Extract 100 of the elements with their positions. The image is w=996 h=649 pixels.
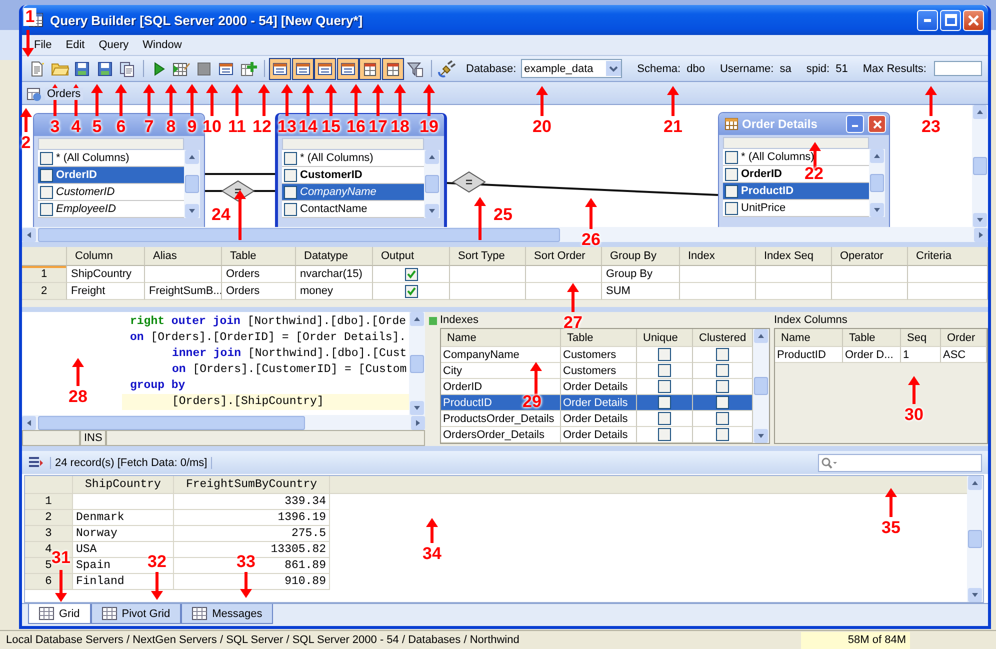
checkbox[interactable] [658, 412, 671, 425]
callout-label: 12 [252, 118, 272, 136]
search-field[interactable] [818, 454, 982, 472]
callout-arrow [240, 572, 252, 598]
max-results-field[interactable] [934, 61, 982, 76]
scroll-thumb[interactable] [968, 530, 982, 548]
row-header[interactable]: 1 [22, 266, 67, 283]
join-operator[interactable]: = [452, 171, 486, 193]
column-item[interactable]: CompanyName [282, 184, 424, 201]
checkbox[interactable] [658, 428, 671, 441]
table-window[interactable]: Order Details * (All Columns) OrderID 22 ProductID UnitPrice [718, 112, 890, 227]
close-button[interactable] [868, 115, 886, 133]
toolbar-button[interactable] [336, 58, 358, 80]
column-item[interactable]: CustomerID [38, 184, 184, 201]
column-item[interactable]: ContactName [282, 201, 424, 218]
column-header[interactable]: Unique [637, 329, 693, 347]
index-row[interactable]: OrdersOrder_Details Order Details [441, 427, 753, 443]
checkbox[interactable] [716, 396, 729, 409]
column-header[interactable]: ShipCountry [73, 476, 174, 494]
checkbox[interactable] [716, 348, 729, 361]
checkbox[interactable] [658, 348, 671, 361]
scroll-thumb[interactable] [38, 416, 305, 430]
scroll-down-icon[interactable] [185, 204, 199, 218]
menu-item[interactable]: Edit [66, 39, 85, 51]
checkbox[interactable] [404, 268, 418, 280]
scroll-down-icon[interactable] [870, 203, 884, 217]
menu-item[interactable]: Window [142, 39, 182, 51]
scroll-left-icon[interactable] [22, 416, 36, 430]
database-dropdown[interactable]: example_data [521, 59, 622, 78]
checkbox[interactable] [716, 364, 729, 377]
scroll-up-icon[interactable] [754, 329, 768, 343]
index-row[interactable]: ProductID 29 Order Details [441, 395, 753, 411]
info-label: Username: [720, 62, 774, 74]
scroll-thumb[interactable] [38, 228, 560, 242]
scroll-down-icon[interactable] [754, 429, 768, 443]
toolbar-button[interactable] [382, 58, 404, 80]
scrollbar[interactable] [972, 105, 988, 227]
scrollbar[interactable] [22, 415, 425, 430]
scroll-up-icon[interactable] [973, 105, 987, 119]
column-item[interactable]: OrderID [38, 167, 184, 184]
scroll-down-icon[interactable] [973, 213, 987, 227]
checkbox[interactable] [716, 412, 729, 425]
minimize-button[interactable] [846, 115, 864, 133]
results-tab[interactable]: Messages [181, 604, 274, 624]
close-button[interactable] [963, 10, 984, 30]
toolbar-button[interactable] [269, 58, 291, 80]
scroll-down-icon[interactable] [968, 588, 982, 602]
checkbox[interactable] [658, 364, 671, 377]
scrollbar[interactable] [753, 329, 769, 443]
scroll-thumb[interactable] [410, 354, 424, 372]
menu-item[interactable]: Query [98, 39, 129, 51]
column-item[interactable]: EmployeeID [38, 201, 184, 218]
scroll-thumb[interactable] [185, 175, 199, 193]
callout-arrow [22, 30, 34, 57]
scroll-right-icon[interactable] [411, 416, 425, 430]
scroll-left-icon[interactable] [22, 228, 36, 242]
checkbox[interactable] [658, 396, 671, 409]
minimize-button[interactable] [917, 10, 938, 30]
results-tab[interactable]: Pivot Grid [90, 604, 182, 624]
menu-item[interactable]: File [34, 39, 52, 51]
index-row[interactable]: ProductsOrder_Details Order Details [441, 411, 753, 427]
column-item[interactable]: ProductID [723, 183, 869, 200]
scroll-up-icon[interactable] [870, 149, 884, 163]
scroll-up-icon[interactable] [185, 150, 199, 164]
toolbar-button[interactable] [436, 58, 458, 80]
code-line: inner join [Northwind].[dbo].[Cust [171, 346, 407, 362]
toolbar-button[interactable] [359, 58, 381, 80]
scroll-up-icon[interactable] [410, 312, 424, 326]
index-row[interactable]: CompanyName Customers [441, 347, 753, 363]
scroll-thumb[interactable] [973, 157, 987, 175]
callout-label: 35 [882, 519, 900, 537]
column-header[interactable]: FreightSumByCountry [174, 476, 330, 494]
checkbox[interactable] [716, 428, 729, 441]
maximize-button[interactable] [940, 10, 961, 30]
scroll-thumb[interactable] [870, 174, 884, 192]
document-tab[interactable]: Orders [22, 86, 91, 104]
scroll-right-icon[interactable] [974, 228, 988, 242]
checkbox[interactable] [658, 380, 671, 393]
scrollbar[interactable] [409, 312, 425, 415]
checkbox[interactable] [716, 380, 729, 393]
column-header[interactable]: Table [561, 329, 637, 347]
scroll-thumb[interactable] [754, 377, 768, 395]
scroll-up-icon[interactable] [968, 476, 982, 490]
checkbox[interactable] [404, 284, 418, 298]
scroll-down-icon[interactable] [410, 401, 424, 415]
scroll-thumb[interactable] [425, 175, 439, 193]
column-header[interactable]: Name [441, 329, 561, 347]
toolbar-button[interactable] [314, 58, 336, 80]
scroll-up-icon[interactable] [425, 150, 439, 164]
index-row[interactable]: City Customers [441, 363, 753, 379]
toolbar-button[interactable] [292, 58, 314, 80]
results-tab[interactable]: Grid [28, 604, 91, 624]
callout-label: 4 [71, 118, 81, 136]
column-item[interactable]: UnitPrice [723, 200, 869, 217]
scrollbar[interactable] [967, 476, 983, 602]
scroll-down-icon[interactable] [425, 204, 439, 218]
row-header[interactable]: 2 [22, 283, 67, 300]
table-cell: 339.34 [174, 494, 330, 510]
column-item[interactable]: * (All Columns) [282, 150, 424, 167]
callout-arrow [423, 84, 435, 116]
